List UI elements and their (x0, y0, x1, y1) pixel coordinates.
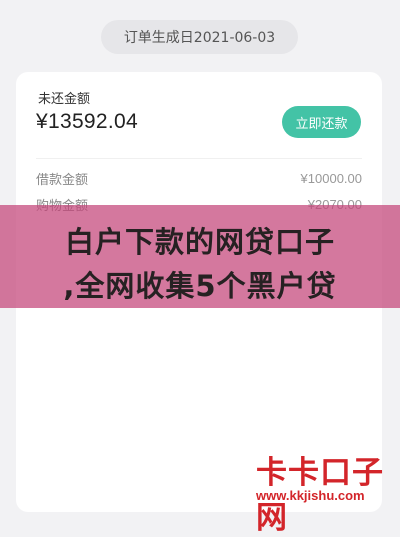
detail-row-loan-amount: 借款金额 ¥10000.00 (36, 168, 362, 188)
repay-now-button[interactable]: 立即还款 (282, 106, 361, 138)
order-date-label: 订单生成日2021-06-03 (123, 30, 276, 46)
card-divider (36, 158, 362, 159)
detail-value: ¥10000.00 (300, 170, 362, 186)
overlay-banner: 白户下款的网贷口子 ,全网收集5个黑户贷 (0, 205, 400, 308)
remaining-amount: ¥13592.04 (36, 110, 138, 133)
detail-label: 借款金额 (36, 172, 89, 188)
remaining-label: 未还金额 (38, 92, 91, 107)
watermark-url: www.kkjishu.com (256, 488, 365, 503)
banner-line-2: ,全网收集5个黑户贷 (63, 269, 337, 303)
banner-line-1: 白户下款的网贷口子 (64, 225, 335, 259)
order-date-pill: 订单生成日2021-06-03 (101, 20, 298, 54)
